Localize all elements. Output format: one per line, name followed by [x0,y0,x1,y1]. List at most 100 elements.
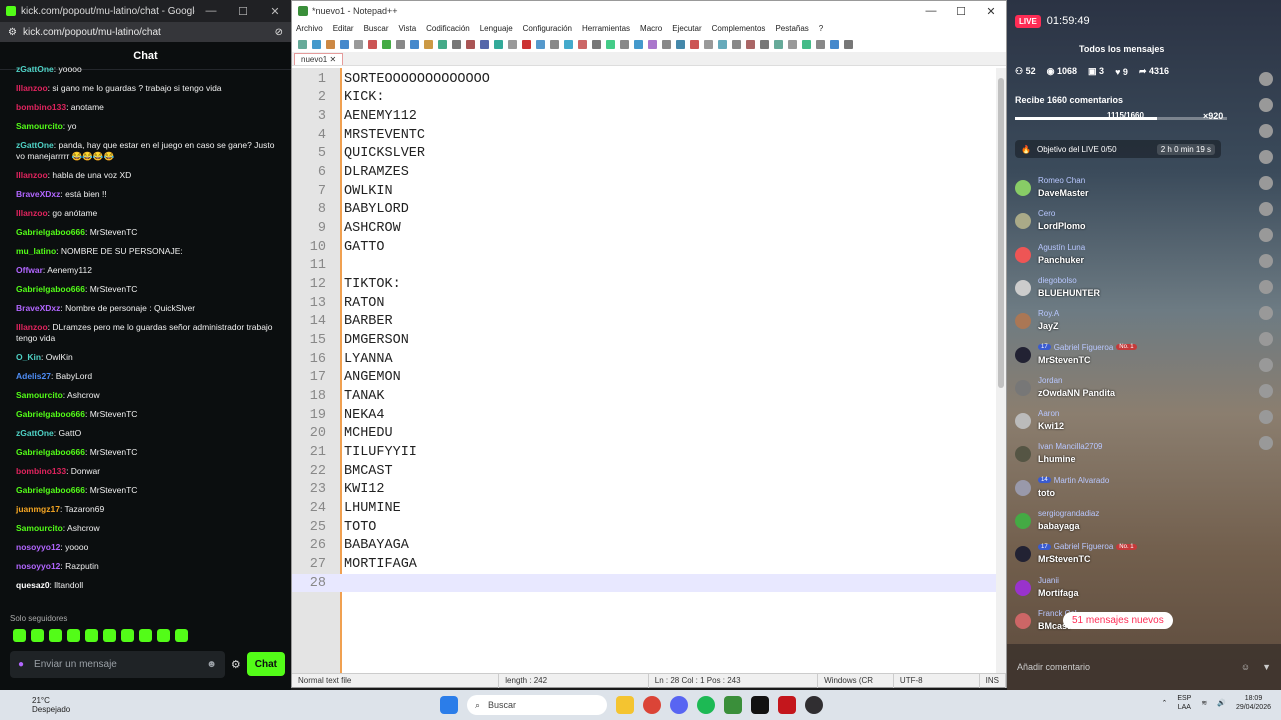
comment-username[interactable]: 14 Martin Alvarado [1038,476,1109,485]
toolbar-button-icon[interactable] [326,39,335,49]
chat-username[interactable]: BraveXDxz [16,303,60,313]
comment-username[interactable]: 17 Gabriel Figueroa No. 1 [1038,343,1137,352]
editor-line[interactable]: 22 BMCAST [292,462,996,481]
editor-line[interactable]: 8 BABYLORD [292,201,996,220]
editor-line[interactable]: 4 MRSTEVENTC [292,126,996,145]
live-comment[interactable]: diegobolso BLUEHUNTER [1015,276,1225,308]
notepad-taskbar-icon[interactable] [724,696,742,714]
minimize-button[interactable]: — [195,5,227,17]
all-messages-filter[interactable]: Todos los mensajes [1079,44,1164,54]
avatar[interactable] [1015,313,1031,330]
chat-username[interactable]: Illanzoo [16,208,48,218]
toolbar-button-icon[interactable] [732,39,741,49]
avatar[interactable] [1259,254,1273,268]
live-comment[interactable]: Jordan zOwdaNN Pandita [1015,376,1225,408]
chat-username[interactable]: Gabrielgaboo666 [16,284,85,294]
editor-line[interactable]: 21 TILUFYYII [292,443,996,462]
avatar[interactable] [1259,306,1273,320]
editor-line[interactable]: 10 GATTO [292,238,996,257]
chat-username[interactable]: Samourcito [16,523,63,533]
chat-username[interactable]: Samourcito [16,121,63,131]
chat-username[interactable]: Gabrielgaboo666 [16,409,85,419]
chat-username[interactable]: nosoyyo12 [16,542,60,552]
spotify-icon[interactable] [697,696,715,714]
emote-icon[interactable] [13,629,26,642]
editor-line[interactable]: 28 [292,573,996,593]
live-comment[interactable]: sergiograndadiaz babayaga [1015,509,1225,541]
editor-line[interactable]: 6 DLRAMZES [292,163,996,182]
toolbar-button-icon[interactable] [312,39,321,49]
filter-icon[interactable]: ▼ [1262,662,1271,672]
avatar[interactable] [1015,579,1031,596]
avatar[interactable] [1259,202,1273,216]
toolbar-button-icon[interactable] [340,39,349,49]
message-input[interactable]: ● Enviar un mensaje ☻ [10,650,225,678]
avatar[interactable] [1259,150,1273,164]
comment-username[interactable]: diegobolso [1038,276,1077,285]
editor-line[interactable]: 24 LHUMINE [292,499,996,518]
live-comment[interactable]: Ivan Mancilla2709 Lhumine [1015,442,1225,474]
avatar[interactable] [1259,410,1273,424]
maximize-button[interactable]: ☐ [946,5,976,18]
chat-username[interactable]: Adelis27 [16,371,51,381]
editor-line[interactable]: 18 TANAK [292,387,996,406]
editor-line[interactable]: 3 AENEMY112 [292,107,996,126]
chat-username[interactable]: Offwar [16,265,43,275]
send-chat-button[interactable]: Chat [246,652,285,676]
text-editor[interactable]: 1 SORTEOOOOOOOOOOOOO 2 KICK: 3 AENEMY112 4 MRST… [292,68,996,673]
red-app-icon[interactable] [778,696,796,714]
avatar[interactable] [1015,546,1031,563]
editor-line[interactable]: 13 RATON [292,294,996,313]
maximize-button[interactable]: ☐ [227,5,259,18]
wifi-icon[interactable]: ≋ [1201,699,1207,708]
emote-icon[interactable] [67,629,80,642]
avatar[interactable] [1015,213,1031,230]
chat-username[interactable]: juanmgz17 [16,504,60,514]
emote-icon[interactable] [139,629,152,642]
chat-username[interactable]: zGattOne [16,64,54,74]
toolbar-button-icon[interactable] [774,39,783,49]
toolbar-button-icon[interactable] [676,39,685,49]
menu-item[interactable]: Complementos [712,24,766,33]
toolbar-button-icon[interactable] [494,39,503,49]
chat-username[interactable]: nosoyyo12 [16,561,60,571]
toolbar-button-icon[interactable] [606,39,615,49]
toolbar-button-icon[interactable] [844,39,853,49]
toolbar-button-icon[interactable] [536,39,545,49]
file-explorer-icon[interactable] [616,696,634,714]
chat-username[interactable]: quesaz0 [16,580,50,590]
windows-start-icon[interactable] [440,696,458,714]
close-icon[interactable]: ✕ [329,55,336,64]
menu-item[interactable]: Archivo [296,24,323,33]
live-comment[interactable]: 14 Martin Alvarado toto [1015,476,1225,508]
menu-item[interactable]: Pestañas [775,24,808,33]
toolbar-button-icon[interactable] [704,39,713,49]
toolbar-button-icon[interactable] [746,39,755,49]
menu-item[interactable]: Codificación [426,24,470,33]
new-messages-button[interactable]: 51 mensajes nuevos [1063,612,1173,629]
toolbar-button-icon[interactable] [816,39,825,49]
emote-icon[interactable] [121,629,134,642]
toolbar-button-icon[interactable] [564,39,573,49]
toolbar-button-icon[interactable] [788,39,797,49]
live-comment[interactable]: Aaron Kwi12 [1015,409,1225,441]
avatar[interactable] [1259,358,1273,372]
editor-line[interactable]: 11 [292,257,996,276]
editor-line[interactable]: 15 DMGERSON [292,331,996,350]
toolbar-button-icon[interactable] [368,39,377,49]
editor-line[interactable]: 25 TOTO [292,518,996,537]
chat-username[interactable]: BraveXDxz [16,189,60,199]
editor-line[interactable]: 19 NEKA4 [292,406,996,425]
toolbar-button-icon[interactable] [466,39,475,49]
avatar[interactable] [1259,280,1273,294]
chat-username[interactable]: mu_latino [16,246,56,256]
toolbar-button-icon[interactable] [410,39,419,49]
editor-line[interactable]: 16 LYANNA [292,350,996,369]
comment-username[interactable]: Aaron [1038,409,1059,418]
comment-username[interactable]: Jordan [1038,376,1062,385]
avatar[interactable] [1015,379,1031,396]
avatar[interactable] [1015,180,1031,196]
editor-line[interactable]: 5 QUICKSLVER [292,145,996,164]
live-comment[interactable]: 17 Gabriel Figueroa No. 1 MrStevenTC [1015,343,1225,375]
add-comment-bar[interactable]: Añadir comentario ☺ ▼ [1007,644,1281,690]
